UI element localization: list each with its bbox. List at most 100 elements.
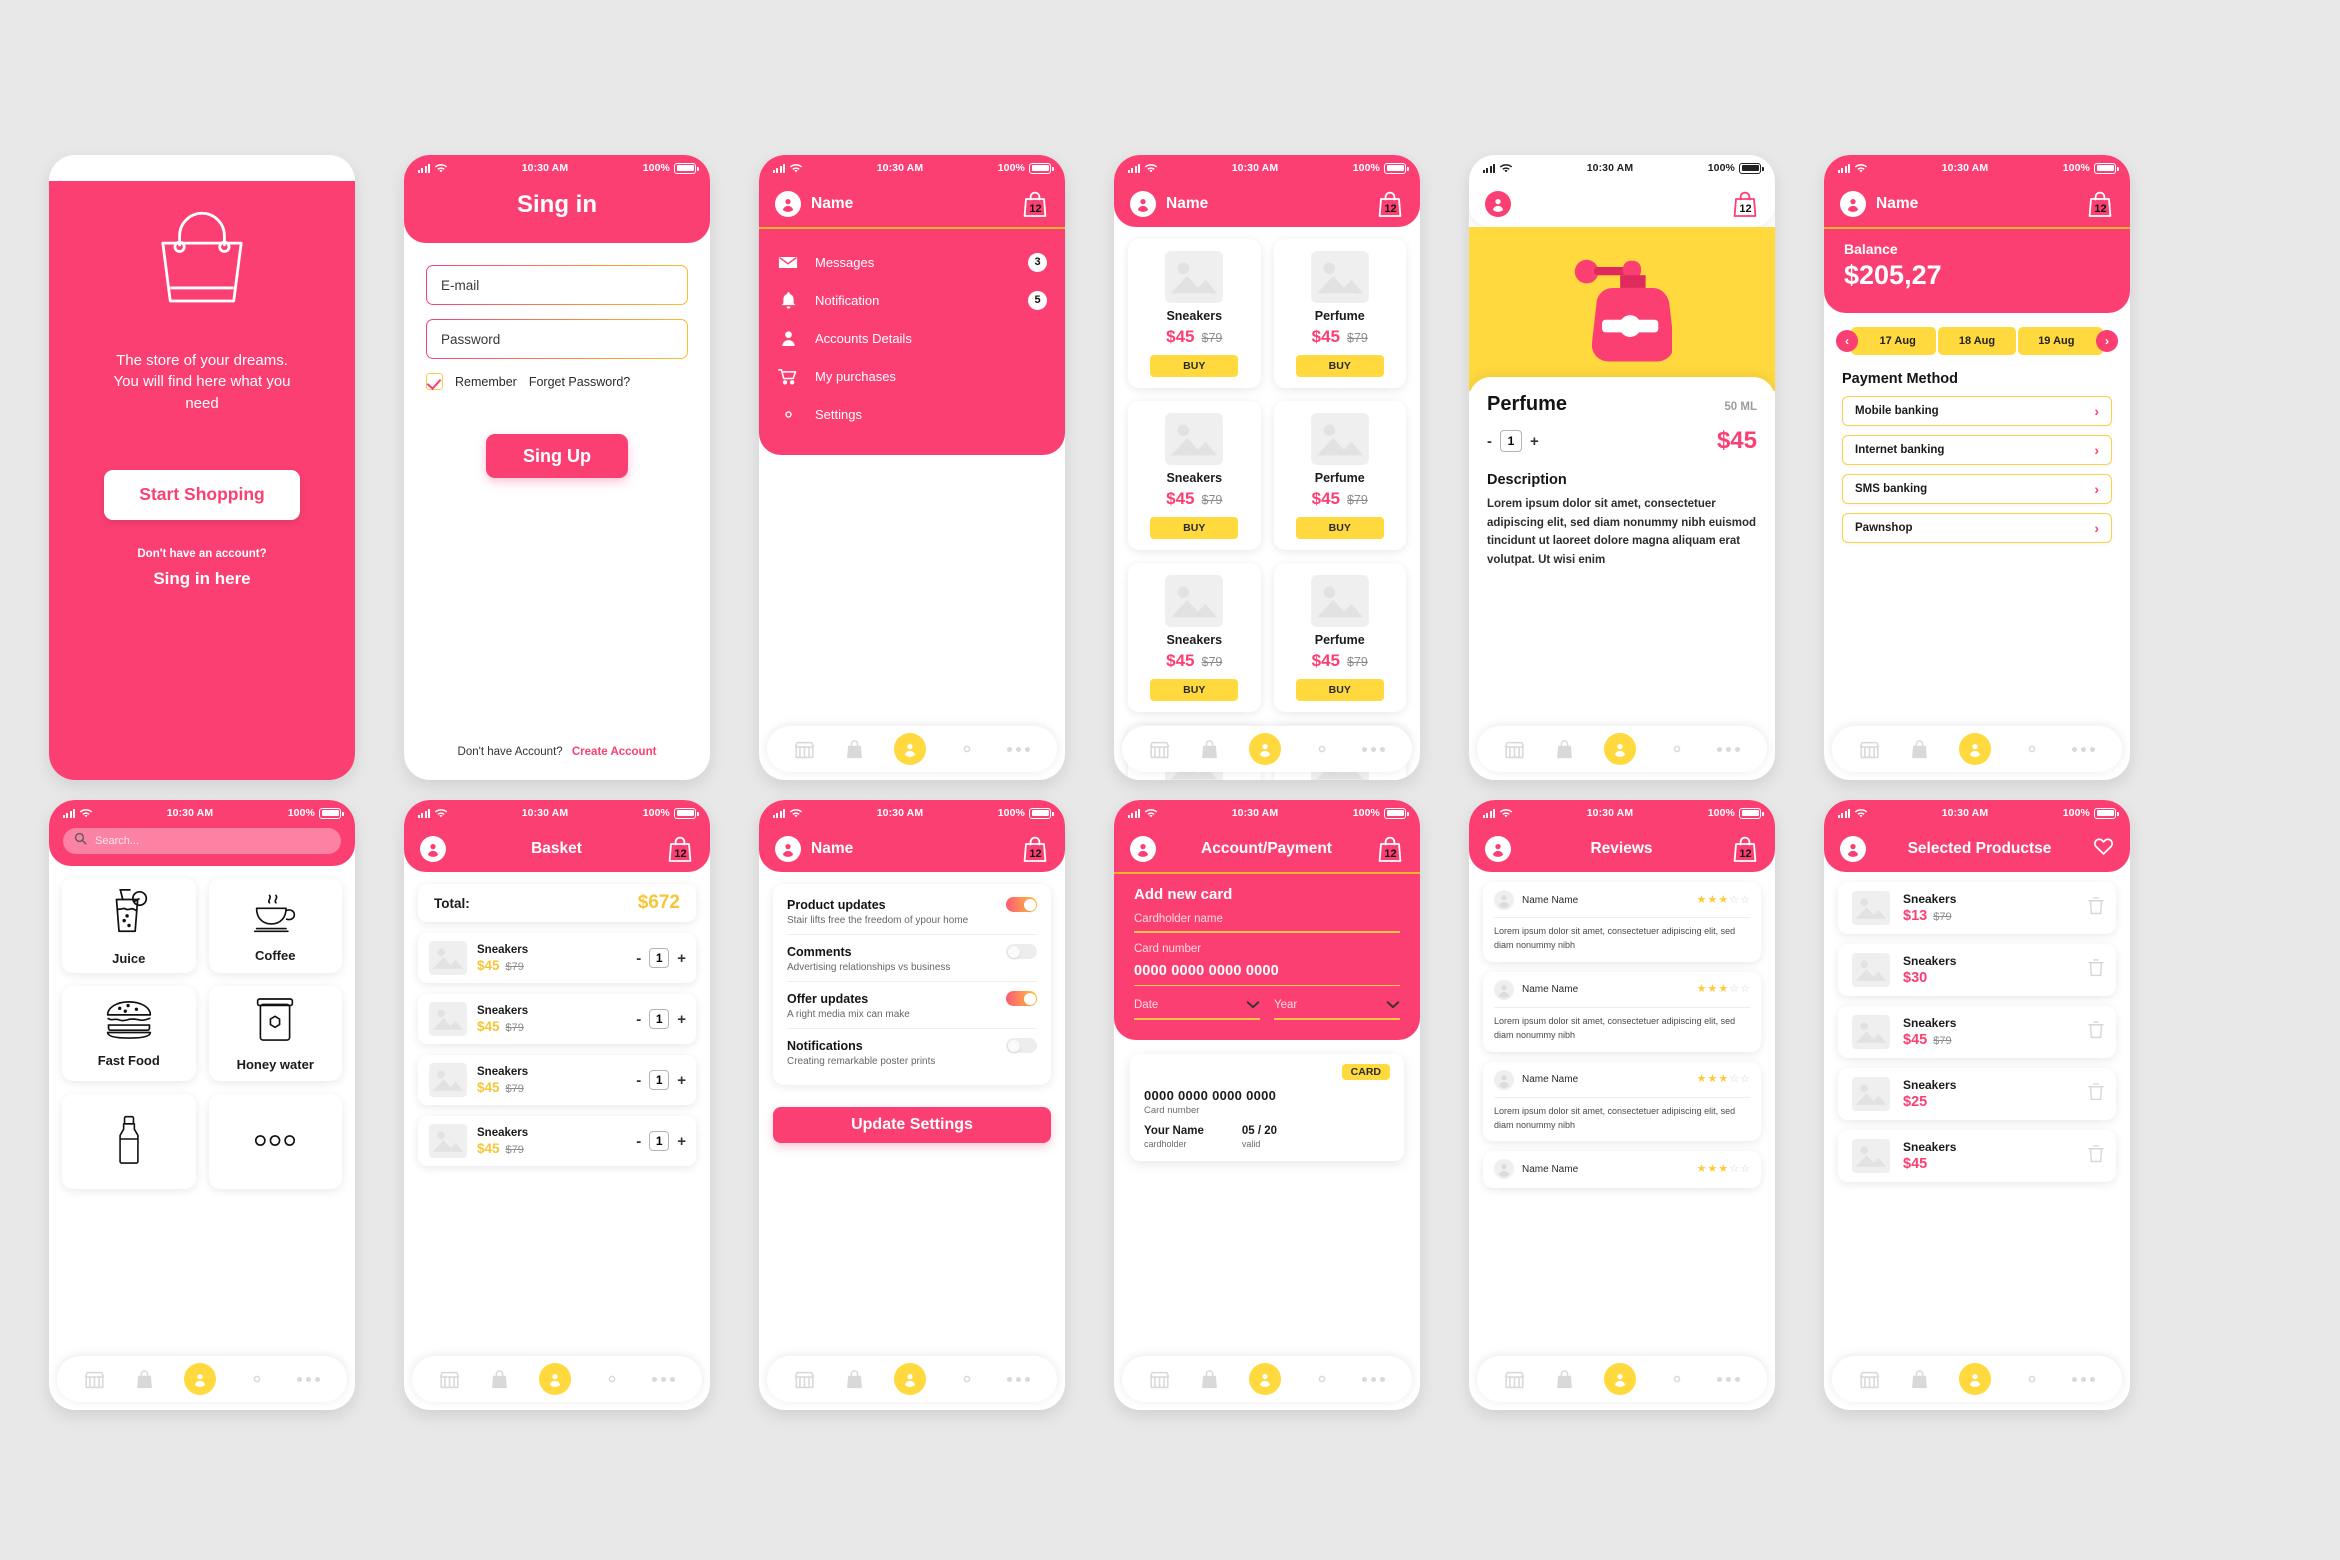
tab-bag-icon[interactable] <box>135 1369 154 1390</box>
payment-method-item[interactable]: Mobile banking › <box>1842 396 2112 426</box>
selected-product-row[interactable]: Sneakers $30 <box>1838 944 2116 996</box>
avatar[interactable] <box>1485 836 1511 862</box>
next-date-button[interactable]: › <box>2095 330 2118 352</box>
tab-bag-icon[interactable] <box>845 739 864 760</box>
bottom-tab-bar[interactable] <box>1122 726 1412 772</box>
tab-settings-icon[interactable] <box>957 739 977 759</box>
tab-more-icon[interactable] <box>1006 746 1030 752</box>
buy-button[interactable]: BUY <box>1295 517 1384 539</box>
tab-profile-icon[interactable] <box>1959 1363 1992 1395</box>
date-chip[interactable]: 17 Aug <box>1851 327 1937 355</box>
tab-more-icon[interactable] <box>2071 746 2095 752</box>
buy-button[interactable]: BUY <box>1150 355 1239 377</box>
tab-store-icon[interactable] <box>1859 740 1880 759</box>
payment-method-item[interactable]: Internet banking › <box>1842 435 2112 465</box>
decrement-button[interactable]: - <box>636 1133 641 1150</box>
cart-bag-icon[interactable]: 12 <box>1732 835 1759 864</box>
delete-button[interactable] <box>2088 896 2104 920</box>
avatar[interactable] <box>1485 191 1511 217</box>
bottom-tab-bar[interactable] <box>767 726 1057 772</box>
cart-bag-icon[interactable]: 12 <box>667 835 694 864</box>
increment-button[interactable]: + <box>677 950 686 967</box>
tab-store-icon[interactable] <box>794 1370 815 1389</box>
tab-bag-icon[interactable] <box>1200 1369 1219 1390</box>
basket-row[interactable]: Sneakers $45 $79 - 1 + <box>418 1055 696 1105</box>
product-card[interactable]: Perfume $45 $79 BUY <box>1273 401 1406 550</box>
buy-button[interactable]: BUY <box>1295 679 1384 701</box>
decrement-button[interactable]: - <box>636 1072 641 1089</box>
tab-bag-icon[interactable] <box>1910 739 1929 760</box>
category-card[interactable]: Juice <box>62 878 196 973</box>
prev-date-button[interactable]: ‹ <box>1836 330 1858 352</box>
date-chip[interactable]: 18 Aug <box>1938 327 2016 355</box>
avatar[interactable] <box>1840 191 1866 217</box>
date-select[interactable]: Date <box>1134 998 1260 1020</box>
decrement-button[interactable]: - <box>1487 433 1492 450</box>
buy-button[interactable]: BUY <box>1150 517 1239 539</box>
tab-bag-icon[interactable] <box>1910 1369 1929 1390</box>
search-input[interactable]: Search... <box>63 828 341 854</box>
bottom-tab-bar[interactable] <box>1832 1356 2122 1402</box>
product-card[interactable]: Sneakers $45 $79 BUY <box>1128 563 1261 712</box>
tab-bag-icon[interactable] <box>1200 739 1219 760</box>
delete-button[interactable] <box>2088 958 2104 982</box>
basket-row[interactable]: Sneakers $45 $79 - 1 + <box>418 994 696 1044</box>
bottom-tab-bar[interactable] <box>1477 726 1767 772</box>
tab-profile-icon[interactable] <box>894 1363 927 1395</box>
tab-settings-icon[interactable] <box>1667 739 1687 759</box>
buy-button[interactable]: BUY <box>1150 679 1239 701</box>
selected-product-row[interactable]: Sneakers $13 $79 <box>1838 882 2116 934</box>
tab-more-icon[interactable] <box>1716 746 1740 752</box>
setting-toggle[interactable] <box>1006 944 1037 959</box>
date-selector[interactable]: ‹ 17 Aug 18 Aug 19 Aug › <box>1824 327 2130 355</box>
tab-store-icon[interactable] <box>1149 1370 1170 1389</box>
signup-button[interactable]: Sing Up <box>486 434 628 478</box>
category-card[interactable] <box>62 1094 196 1189</box>
avatar[interactable] <box>420 836 446 862</box>
quantity-stepper[interactable]: - 1 + <box>636 1009 686 1029</box>
cart-bag-icon[interactable]: 12 <box>2087 190 2114 219</box>
buy-button[interactable]: BUY <box>1295 355 1384 377</box>
tab-more-icon[interactable] <box>1361 746 1385 752</box>
menu-item-settings[interactable]: Settings <box>759 395 1065 433</box>
increment-button[interactable]: + <box>1530 433 1539 450</box>
category-card[interactable] <box>208 1094 342 1189</box>
tab-profile-icon[interactable] <box>539 1363 572 1395</box>
setting-toggle[interactable] <box>1006 897 1037 912</box>
tab-more-icon[interactable] <box>296 1376 320 1382</box>
tab-profile-icon[interactable] <box>1959 733 1992 765</box>
tab-more-icon[interactable] <box>1006 1376 1030 1382</box>
selected-product-row[interactable]: Sneakers $45 <box>1838 1130 2116 1182</box>
bottom-tab-bar[interactable] <box>57 1356 347 1402</box>
bottom-tab-bar[interactable] <box>1122 1356 1412 1402</box>
tab-store-icon[interactable] <box>1504 740 1525 759</box>
update-settings-button[interactable]: Update Settings <box>773 1107 1051 1143</box>
tab-profile-icon[interactable] <box>184 1363 217 1395</box>
product-card[interactable]: Sneakers $45 $79 BUY <box>1128 401 1261 550</box>
product-card[interactable]: Perfume $45 $79 BUY <box>1273 563 1406 712</box>
tab-store-icon[interactable] <box>439 1370 460 1389</box>
tab-store-icon[interactable] <box>794 740 815 759</box>
selected-body[interactable]: Sneakers $13 $79 Sneakers $30 Sneakers $… <box>1824 872 2130 1410</box>
tab-settings-icon[interactable] <box>1312 1369 1332 1389</box>
selected-product-row[interactable]: Sneakers $25 <box>1838 1068 2116 1120</box>
quantity-stepper[interactable]: - 1 + <box>636 1070 686 1090</box>
decrement-button[interactable]: - <box>636 950 641 967</box>
product-card[interactable]: Perfume $45 $79 BUY <box>1273 239 1406 388</box>
avatar[interactable] <box>1130 191 1156 217</box>
tab-store-icon[interactable] <box>1504 1370 1525 1389</box>
menu-item-accounts details[interactable]: Accounts Details <box>759 319 1065 357</box>
tab-bag-icon[interactable] <box>1555 739 1574 760</box>
tab-more-icon[interactable] <box>1361 1376 1385 1382</box>
avatar[interactable] <box>775 191 801 217</box>
tab-profile-icon[interactable] <box>1604 1363 1637 1395</box>
tab-profile-icon[interactable] <box>1249 1363 1282 1395</box>
payment-method-item[interactable]: Pawnshop › <box>1842 513 2112 543</box>
quantity-stepper[interactable]: - 1 + <box>636 948 686 968</box>
avatar[interactable] <box>775 836 801 862</box>
start-shopping-button[interactable]: Start Shopping <box>104 469 300 520</box>
tab-settings-icon[interactable] <box>1667 1369 1687 1389</box>
forgot-password-link[interactable]: Forget Password? <box>529 375 630 389</box>
increment-button[interactable]: + <box>677 1072 686 1089</box>
tab-profile-icon[interactable] <box>1604 733 1637 765</box>
